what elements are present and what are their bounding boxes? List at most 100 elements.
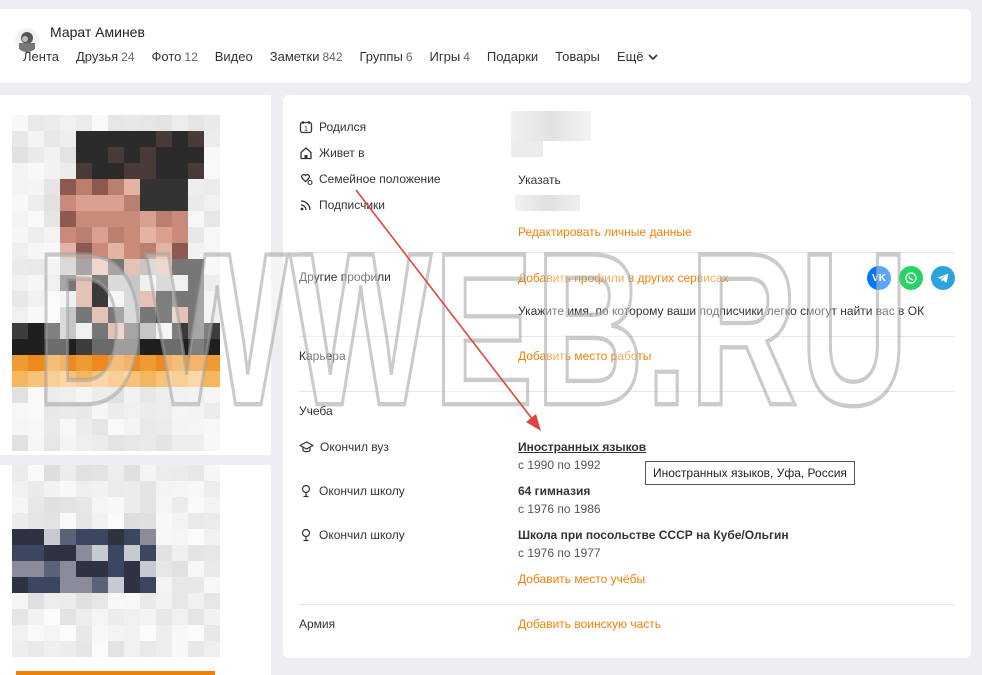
mosaic-pixel: [60, 419, 76, 435]
graduation-cap-icon: [299, 441, 314, 453]
mosaic-pixel: [204, 115, 220, 131]
nav-games[interactable]: Игры 4: [430, 49, 470, 64]
mosaic-pixel: [28, 545, 44, 561]
mosaic-pixel: [92, 435, 108, 451]
mosaic-pixel: [76, 419, 92, 435]
mosaic-pixel: [172, 529, 188, 545]
mosaic-pixel: [12, 275, 28, 291]
whatsapp-icon[interactable]: [899, 266, 923, 290]
add-profiles-link[interactable]: Добавить профили в других сервисах: [518, 271, 729, 285]
mosaic-pixel: [60, 465, 76, 481]
mosaic-pixel: [108, 529, 124, 545]
user-name[interactable]: Марат Аминев: [50, 24, 145, 40]
mosaic-pixel: [12, 323, 28, 339]
mosaic-pixel: [44, 577, 60, 593]
divider: [299, 604, 955, 605]
mosaic-pixel: [44, 195, 60, 211]
mosaic-pixel: [28, 513, 44, 529]
mosaic-pixel: [28, 179, 44, 195]
profile-photo[interactable]: [0, 95, 271, 455]
mosaic-pixel: [44, 641, 60, 657]
mosaic-pixel: [124, 163, 140, 179]
mosaic-pixel: [124, 275, 140, 291]
mosaic-pixel: [140, 195, 156, 211]
mosaic-pixel: [92, 131, 108, 147]
add-army-link[interactable]: Добавить воинскую часть: [518, 617, 661, 631]
mosaic-pixel: [92, 259, 108, 275]
family-value[interactable]: Указать: [518, 173, 561, 187]
mosaic-pixel: [108, 513, 124, 529]
mosaic-pixel: [76, 641, 92, 657]
mosaic-pixel: [44, 419, 60, 435]
mosaic-pixel: [92, 211, 108, 227]
mosaic-pixel: [108, 163, 124, 179]
nav-photos[interactable]: Фото 12: [152, 49, 198, 64]
mosaic-pixel: [188, 243, 204, 259]
nav-feed[interactable]: Лента: [23, 49, 59, 64]
nav-video[interactable]: Видео: [215, 49, 253, 64]
mosaic-pixel: [108, 419, 124, 435]
edit-personal-link[interactable]: Редактировать личные данные: [518, 225, 692, 239]
mosaic-pixel: [60, 115, 76, 131]
mosaic-pixel: [12, 625, 28, 641]
nav-notes[interactable]: Заметки 842: [270, 49, 343, 64]
nav-more[interactable]: Ещё: [617, 49, 658, 64]
telegram-icon[interactable]: [931, 266, 955, 290]
mosaic-pixel: [156, 545, 172, 561]
mosaic-pixel: [44, 465, 60, 481]
mosaic-pixel: [108, 625, 124, 641]
add-education-link[interactable]: Добавить место учёбы: [518, 572, 645, 586]
mosaic-pixel: [156, 561, 172, 577]
mosaic-pixel: [156, 259, 172, 275]
mosaic-pixel: [204, 593, 220, 609]
mosaic-pixel: [60, 259, 76, 275]
mosaic-pixel: [140, 545, 156, 561]
mosaic-pixel: [92, 275, 108, 291]
mosaic-pixel: [76, 435, 92, 451]
nav-friends[interactable]: Друзья 24: [76, 49, 135, 64]
mosaic-pixel: [60, 593, 76, 609]
blurred-value: [511, 111, 591, 141]
mosaic-pixel: [204, 465, 220, 481]
mosaic-pixel: [124, 115, 140, 131]
mosaic-pixel: [204, 371, 220, 387]
mosaic-pixel: [140, 307, 156, 323]
mosaic-pixel: [204, 529, 220, 545]
education-entry-label: Окончил школу: [299, 484, 405, 498]
university-tooltip: Иностранных языков, Уфа, Россия: [645, 461, 855, 485]
mosaic-pixel: [188, 609, 204, 625]
mosaic-pixel: [172, 561, 188, 577]
mosaic-pixel: [76, 211, 92, 227]
nav-gifts[interactable]: Подарки: [487, 49, 538, 64]
mosaic-pixel: [124, 371, 140, 387]
mosaic-pixel: [92, 291, 108, 307]
mosaic-pixel: [28, 323, 44, 339]
add-work-link[interactable]: Добавить место работы: [518, 349, 651, 363]
mosaic-pixel: [12, 513, 28, 529]
secondary-photo[interactable]: [0, 465, 271, 675]
vk-icon[interactable]: VK: [867, 266, 891, 290]
nav-groups[interactable]: Группы 6: [360, 49, 413, 64]
mosaic-pixel: [124, 513, 140, 529]
mosaic-pixel: [92, 465, 108, 481]
mosaic-pixel: [92, 609, 108, 625]
mosaic-pixel: [156, 435, 172, 451]
mosaic-pixel: [204, 211, 220, 227]
other-profiles-hint: Укажите имя, по которому ваши подписчики…: [518, 304, 925, 318]
mosaic-pixel: [28, 115, 44, 131]
mosaic-pixel: [44, 513, 60, 529]
school-name-link[interactable]: Школа при посольстве СССР на Кубе/Ольгин: [518, 528, 789, 542]
mosaic-pixel: [44, 435, 60, 451]
nav-goods[interactable]: Товары: [555, 49, 600, 64]
school-name-link[interactable]: 64 гимназия: [518, 484, 590, 498]
mosaic-pixel: [140, 529, 156, 545]
mosaic-pixel: [204, 387, 220, 403]
mosaic-pixel: [188, 641, 204, 657]
mosaic-pixel: [204, 545, 220, 561]
mosaic-pixel: [92, 513, 108, 529]
mosaic-pixel: [172, 497, 188, 513]
mosaic-pixel: [204, 259, 220, 275]
mosaic-pixel: [28, 609, 44, 625]
mosaic-pixel: [60, 609, 76, 625]
university-name-link[interactable]: Иностранных языков: [518, 440, 646, 454]
